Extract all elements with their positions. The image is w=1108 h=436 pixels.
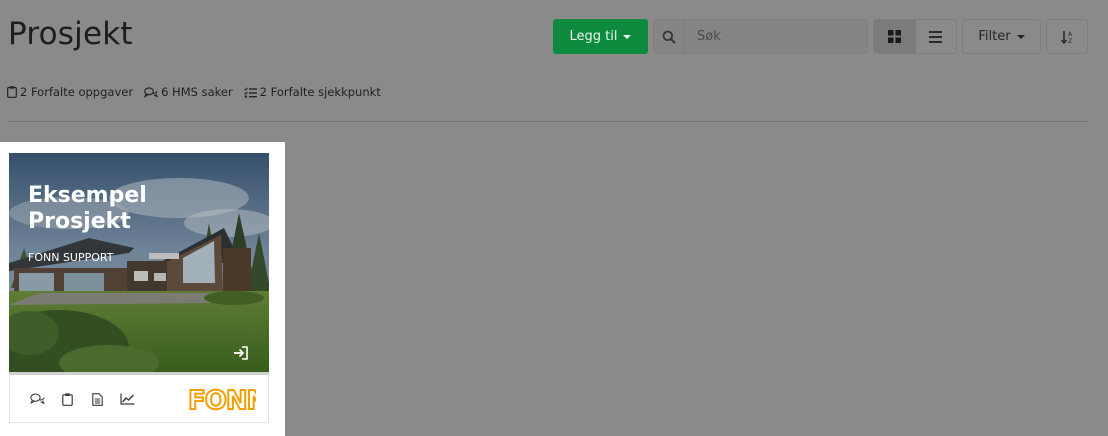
search-group — [653, 19, 868, 54]
chart-line-icon[interactable] — [119, 391, 135, 407]
project-card-footer: FONN — [9, 375, 269, 423]
add-button-label: Legg til — [569, 29, 618, 44]
filter-button[interactable]: Filter — [962, 19, 1041, 54]
chat-bubbles-icon — [144, 86, 159, 98]
svg-text:Z: Z — [1068, 38, 1072, 44]
checklist-icon — [243, 86, 257, 98]
card-actions — [29, 391, 135, 407]
sort-alpha-icon: A Z — [1060, 30, 1073, 44]
project-title: Eksempel Prosjekt — [28, 183, 147, 234]
grid-view-button[interactable] — [874, 20, 915, 53]
add-button[interactable]: Legg til — [553, 19, 648, 54]
divider — [8, 121, 1088, 122]
search-input[interactable] — [685, 20, 867, 53]
svg-text:FONN: FONN — [188, 386, 256, 412]
stats-bar: 2 Forfalte oppgaver 6 HMS saker 2 Forfal… — [7, 85, 392, 99]
project-subtitle: FONN SUPPORT — [28, 251, 114, 264]
stat-label: 2 Forfalte oppgaver — [20, 85, 134, 99]
caret-down-icon — [623, 34, 632, 39]
open-project-icon[interactable] — [233, 346, 249, 360]
stat-overdue-checkpoints[interactable]: 2 Forfalte sjekkpunkt — [243, 85, 381, 99]
search-icon[interactable] — [654, 20, 685, 53]
filter-label: Filter — [978, 29, 1011, 44]
project-card-container: Eksempel Prosjekt FONN SUPPORT FON — [0, 142, 285, 436]
chat-bubbles-icon[interactable] — [29, 391, 45, 407]
caret-down-icon — [1016, 34, 1025, 39]
fonn-logo: FONN — [188, 386, 256, 412]
stat-label: 6 HMS saker — [161, 85, 233, 99]
list-icon — [929, 30, 943, 43]
page-title: Prosjekt — [8, 16, 133, 52]
list-view-button[interactable] — [914, 20, 957, 53]
project-card[interactable]: Eksempel Prosjekt FONN SUPPORT FON — [9, 153, 269, 423]
clipboard-icon — [7, 86, 17, 98]
stat-label: 2 Forfalte sjekkpunkt — [259, 85, 381, 99]
stat-hms-cases[interactable]: 6 HMS saker — [144, 85, 233, 99]
stat-overdue-tasks[interactable]: 2 Forfalte oppgaver — [7, 85, 133, 99]
project-cover-image[interactable]: Eksempel Prosjekt FONN SUPPORT — [9, 153, 269, 372]
view-toggle — [873, 19, 957, 54]
document-icon[interactable] — [89, 391, 105, 407]
sort-button[interactable]: A Z — [1046, 19, 1088, 54]
grid-icon — [887, 30, 901, 43]
svg-text:A: A — [1068, 31, 1073, 38]
clipboard-icon[interactable] — [59, 391, 75, 407]
